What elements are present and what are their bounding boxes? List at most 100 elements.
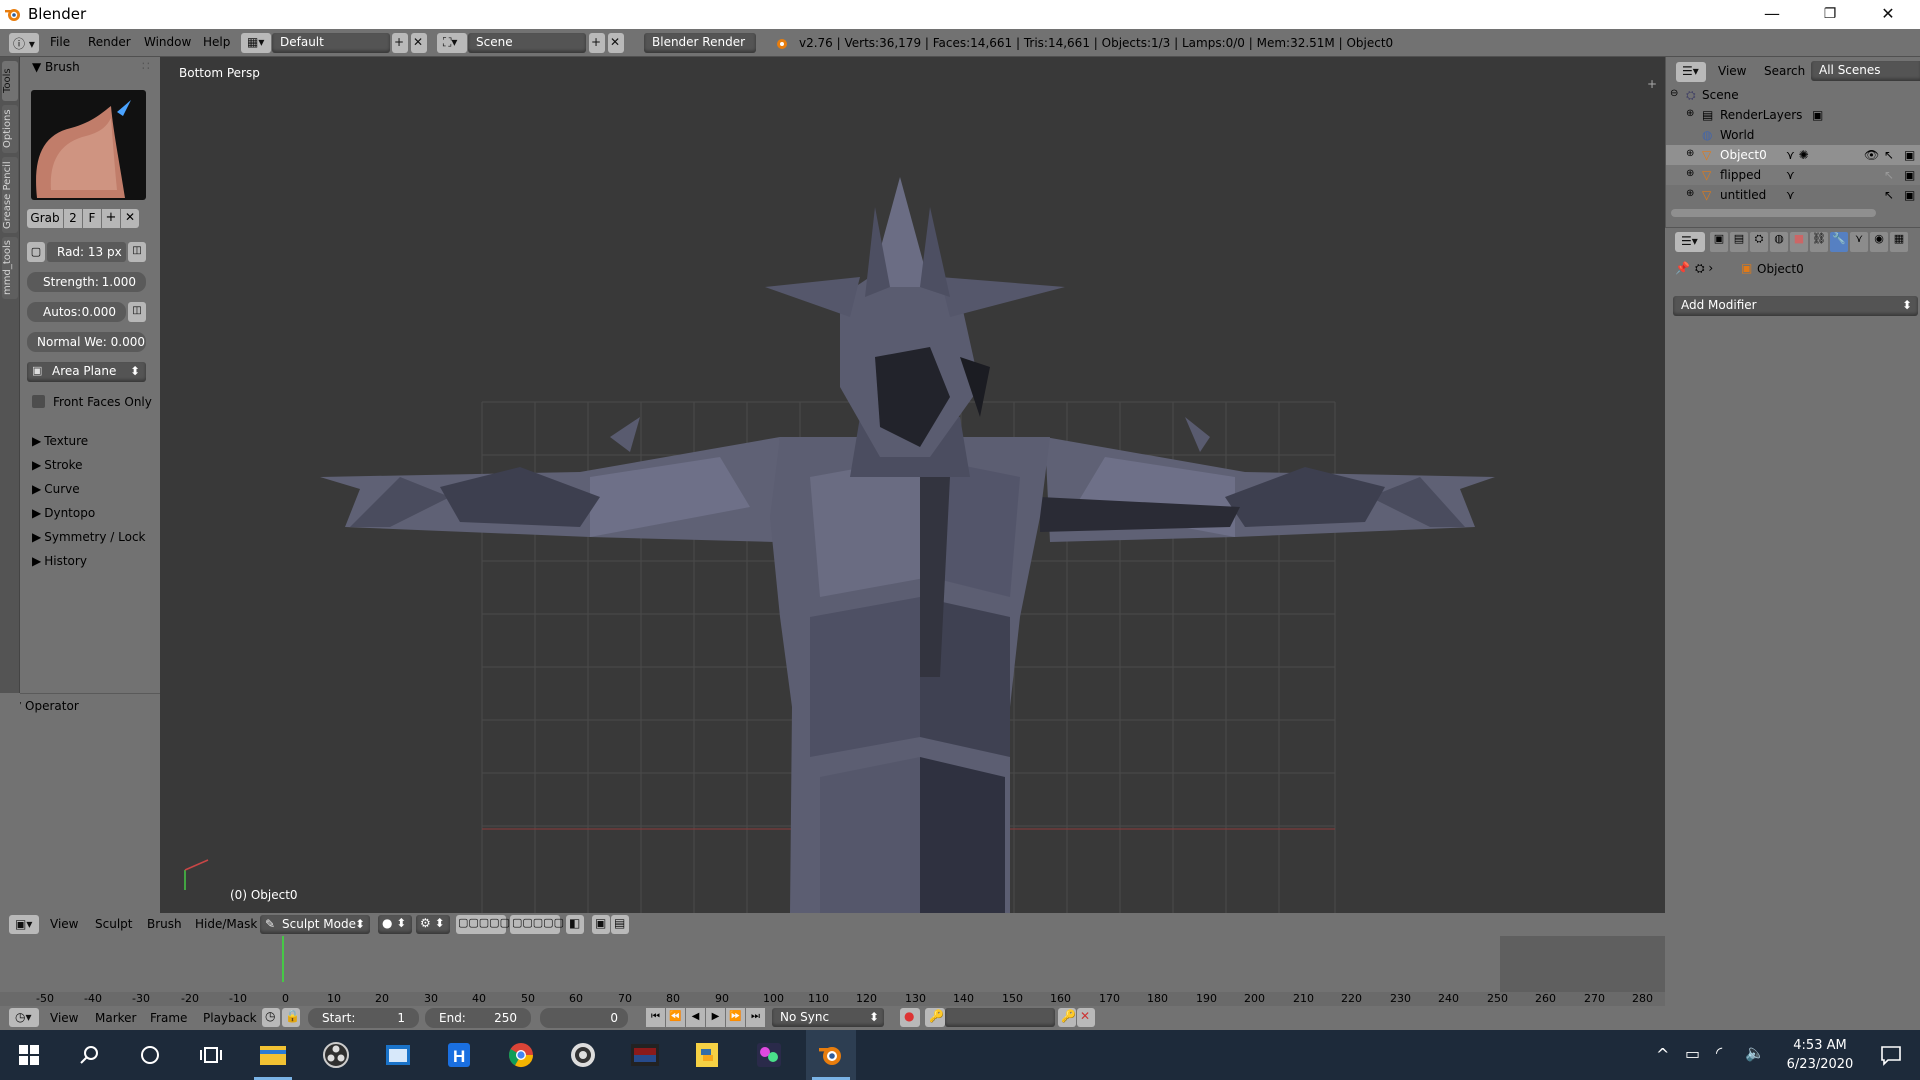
expand-toggle-icon[interactable]: ⊕ xyxy=(1686,168,1694,179)
current-frame-field[interactable]: 0 xyxy=(540,1008,628,1028)
lock-range-icon[interactable]: 🔒 xyxy=(282,1008,300,1027)
editor-type-info-button[interactable]: ⓘ ▾ xyxy=(9,33,39,53)
play-icon[interactable]: ▶ xyxy=(706,1008,725,1027)
brush-name-field[interactable]: Grab xyxy=(27,209,63,228)
viewport-scene[interactable] xyxy=(160,57,1665,913)
play-reverse-icon[interactable]: ◀ xyxy=(686,1008,705,1027)
timeline-menu-frame[interactable]: Frame xyxy=(150,1011,187,1025)
subpanel-dyntopo[interactable]: ▶ Dyntopo xyxy=(32,506,95,520)
add-brush-button[interactable]: + xyxy=(102,209,120,228)
render-opengl-icon[interactable]: ▣ xyxy=(592,915,610,934)
taskbar-obs[interactable] xyxy=(311,1030,361,1080)
jump-start-icon[interactable]: ⏮ xyxy=(646,1008,665,1027)
autosmooth-field[interactable]: Autos: 0.000 xyxy=(27,302,126,322)
object-tab-icon[interactable]: ■ xyxy=(1790,232,1808,252)
volume-icon[interactable]: 🔈 xyxy=(1745,1043,1765,1062)
taskbar-blender[interactable] xyxy=(806,1030,856,1080)
close-button[interactable]: ✕ xyxy=(1859,0,1917,29)
cortana-button[interactable] xyxy=(125,1030,175,1080)
visibility-eye-icon[interactable]: 👁 xyxy=(1864,148,1879,162)
remove-layout-button[interactable]: ✕ xyxy=(411,33,427,53)
tab-mmd-tools[interactable]: mmd_tools xyxy=(2,237,18,299)
taskbar-app-film[interactable] xyxy=(620,1030,670,1080)
task-view-button[interactable] xyxy=(186,1030,236,1080)
outliner-scrollbar[interactable] xyxy=(1671,209,1876,217)
jump-end-icon[interactable]: ⏭ xyxy=(746,1008,765,1027)
start-frame-field[interactable]: Start: 1 xyxy=(308,1008,419,1028)
select-cursor-icon[interactable]: ↖ xyxy=(1884,148,1894,162)
brush-panel-header[interactable]: ▼ Brush xyxy=(32,60,80,74)
subpanel-symmetry[interactable]: ▶ Symmetry / Lock xyxy=(32,530,146,544)
render-engine-dropdown[interactable]: Blender Render xyxy=(644,33,756,53)
unlink-brush-button[interactable]: ✕ xyxy=(121,209,139,228)
operator-panel-header[interactable]: ▼ Operator xyxy=(12,699,79,713)
viewport-editor-type-icon[interactable]: ▣▾ xyxy=(9,915,39,934)
outliner-editor-type-icon[interactable]: ☰▾ xyxy=(1676,62,1706,82)
render-camera-icon[interactable]: ▣ xyxy=(1904,168,1915,182)
delete-keyframe-icon[interactable]: ✕ xyxy=(1077,1008,1095,1027)
subpanel-curve[interactable]: ▶ Curve xyxy=(32,482,80,496)
expand-toggle-icon[interactable]: ⊕ xyxy=(1686,108,1694,119)
action-center-button[interactable] xyxy=(1866,1030,1916,1080)
minimize-button[interactable]: — xyxy=(1743,0,1801,29)
keying-set-icon[interactable]: 🔑 xyxy=(925,1008,945,1027)
current-frame-marker[interactable] xyxy=(282,936,284,982)
world-tab-icon[interactable]: ◍ xyxy=(1770,232,1788,252)
menu-file[interactable]: File xyxy=(50,35,70,49)
timeline-menu-view[interactable]: View xyxy=(50,1011,78,1025)
next-keyframe-icon[interactable]: ⏩ xyxy=(726,1008,745,1027)
outliner-row-object0[interactable]: ⊕ ▽ Object0 ⋎ ✺ 👁 ↖ ▣ xyxy=(1666,145,1920,165)
mode-dropdown[interactable]: Sculpt Mode ⬍ xyxy=(260,915,370,934)
remove-scene-button[interactable]: ✕ xyxy=(608,33,624,53)
brush-preview-thumbnail[interactable] xyxy=(31,90,146,200)
layers-grid-1-icon[interactable]: ▢▢▢▢▢ xyxy=(456,915,510,934)
viewport-shading-dropdown[interactable]: ● ⬍ xyxy=(378,915,412,934)
pivot-point-dropdown[interactable]: ⚙ ⬍ xyxy=(416,915,450,934)
subpanel-history[interactable]: ▶ History xyxy=(32,554,87,568)
outliner-menu-search[interactable]: Search xyxy=(1764,64,1805,78)
timeline-track-area[interactable] xyxy=(0,936,1665,992)
add-layout-button[interactable]: + xyxy=(392,33,408,53)
taskbar-file-explorer[interactable] xyxy=(248,1030,298,1080)
tab-options[interactable]: Options xyxy=(2,105,18,153)
modifiers-tab-icon[interactable]: 🔧 xyxy=(1830,232,1848,252)
insert-keyframe-icon[interactable]: 🔑 xyxy=(1058,1008,1076,1027)
menu-window[interactable]: Window xyxy=(144,35,191,49)
add-scene-button[interactable]: + xyxy=(589,33,605,53)
tab-tools[interactable]: Tools xyxy=(2,61,18,101)
record-keyframe-icon[interactable]: ● xyxy=(900,1008,920,1027)
timeline-editor-type-icon[interactable]: ◷▾ xyxy=(9,1008,39,1027)
render-camera-icon[interactable]: ▣ xyxy=(1904,188,1915,202)
screen-layout-icon[interactable]: ▦▾ xyxy=(241,33,271,53)
expand-toggle-icon[interactable]: ⊕ xyxy=(1686,148,1694,159)
expand-toggle-icon[interactable]: ⊕ xyxy=(1686,188,1694,199)
menu-render[interactable]: Render xyxy=(88,35,131,49)
render-camera-icon[interactable]: ▣ xyxy=(1904,148,1915,162)
autosmooth-pressure-icon[interactable]: ◫ xyxy=(128,302,146,322)
wifi-icon[interactable]: ◜ xyxy=(1716,1043,1722,1062)
sync-dropdown[interactable]: No Sync ⬍ xyxy=(772,1008,884,1027)
taskbar-app-blue-window[interactable] xyxy=(373,1030,423,1080)
restore-button[interactable]: ❐ xyxy=(1801,0,1859,29)
search-button[interactable] xyxy=(64,1030,114,1080)
select-cursor-icon[interactable]: ↖ xyxy=(1884,168,1894,182)
front-faces-checkbox[interactable] xyxy=(32,395,45,408)
brush-users-count[interactable]: 2 xyxy=(64,209,82,228)
outliner-menu-view[interactable]: View xyxy=(1718,64,1746,78)
outliner-row-renderlayers[interactable]: ⊕ ▤ RenderLayers ▣ xyxy=(1666,105,1920,125)
radius-unit-icon[interactable]: ▢ xyxy=(27,242,45,262)
strength-field[interactable]: Strength: 1.000 xyxy=(27,272,146,292)
timeline[interactable]: -50 -40 -30 -20 -10 0 10 20 30 40 50 60 … xyxy=(0,936,1665,1006)
expand-toggle-icon[interactable]: ⊖ xyxy=(1670,88,1678,99)
menu-help[interactable]: Help xyxy=(203,35,230,49)
taskbar-app-colorful[interactable] xyxy=(744,1030,794,1080)
sculpt-plane-dropdown[interactable]: Area Plane ⬍ xyxy=(27,362,146,382)
drag-handle-icon[interactable]: ∷ xyxy=(142,59,150,73)
end-frame-field[interactable]: End: 250 xyxy=(425,1008,531,1028)
scene-dropdown[interactable]: Scene xyxy=(468,33,586,53)
taskbar-app-python[interactable] xyxy=(682,1030,732,1080)
constraints-tab-icon[interactable]: ⛓ xyxy=(1810,232,1828,252)
renderlayer-tab-icon[interactable]: ▤ xyxy=(1730,232,1748,252)
render-animation-icon[interactable]: ▤ xyxy=(611,915,629,934)
sculpt-mesh-character[interactable] xyxy=(320,177,1495,913)
